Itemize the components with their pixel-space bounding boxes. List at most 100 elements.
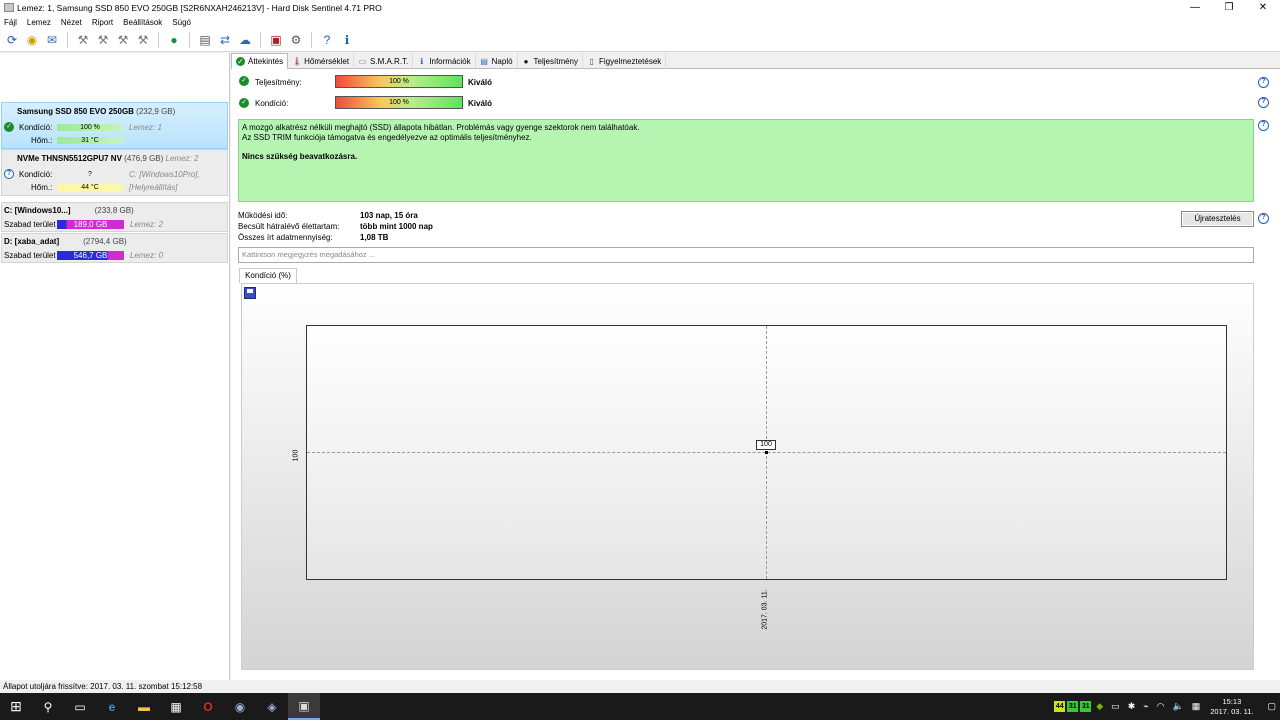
help-icon[interactable]: ? — [1258, 120, 1269, 131]
window-title: Lemez: 1, Samsung SSD 850 EVO 250GB [S2R… — [17, 2, 382, 13]
free-space-bar: 189,0 GB — [57, 220, 124, 229]
disk-lemez: Lemez: 1 — [129, 123, 162, 132]
health-label: Kondíció: — [255, 99, 289, 108]
close-button[interactable]: ✕ — [1246, 0, 1280, 15]
disk-check-icon[interactable]: ⚒ — [95, 32, 112, 49]
tab-overview[interactable]: ✓ Áttekintés — [231, 53, 289, 69]
options-icon[interactable]: ⚙ — [288, 32, 305, 49]
network-icon[interactable]: ▭ — [1111, 701, 1120, 712]
toolbar-separator — [260, 32, 261, 48]
chart-tab-condition[interactable]: Kondíció (%) — [239, 268, 297, 283]
gauge-icon: ● — [523, 56, 529, 66]
tab-temperature[interactable]: 🌡 Hőmérséklet — [288, 53, 355, 69]
notifications-icon[interactable]: ▢ — [1267, 701, 1276, 712]
partition-item-c[interactable]: C: [Windows10...] (233,8 GB) Szabad terül… — [1, 202, 228, 232]
help-icon[interactable]: ? — [319, 32, 336, 49]
help-icon[interactable]: ? — [1258, 77, 1269, 88]
tab-log[interactable]: ▤ Napló — [476, 53, 518, 69]
condition-label: Kondíció: — [19, 123, 53, 132]
tab-alerts[interactable]: ▯ Figyelmeztetések — [583, 53, 667, 69]
clock[interactable]: 15:13 2017. 03. 11. — [1210, 697, 1253, 717]
email-icon[interactable]: ✉ — [44, 32, 61, 49]
alert-icon[interactable]: ▣ — [268, 32, 285, 49]
details-panel: ✓ Áttekintés 🌡 Hőmérséklet ▭ S.M.A.R.T. ℹ In… — [231, 53, 1280, 680]
menu-report[interactable]: Riport — [92, 18, 113, 27]
disk-tool-icon[interactable]: ⚒ — [75, 32, 92, 49]
lifetime-label: Becsült hátralévő élettartam: — [238, 222, 340, 231]
menu-disk[interactable]: Lemez — [27, 18, 51, 27]
health-rating: Kiváló — [468, 99, 493, 108]
data-label: 100 — [756, 440, 776, 450]
condition-label: Kondíció: — [19, 170, 53, 179]
retest-button[interactable]: Újratesztelés — [1181, 211, 1254, 227]
free-space-bar: 546,7 GB — [57, 251, 124, 260]
tab-smart[interactable]: ▭ S.M.A.R.T. — [354, 53, 414, 69]
info-icon[interactable]: ℹ — [339, 32, 356, 49]
menu-help[interactable]: Súgó — [172, 18, 191, 27]
test-icon[interactable]: ◉ — [24, 32, 41, 49]
app-icon-globe[interactable]: ◉ — [224, 693, 256, 720]
keyboard-icon[interactable]: ▦ — [1192, 701, 1201, 712]
performance-bar: 100 % — [335, 75, 463, 88]
disk-item-nvme[interactable]: NVMe THNSN5512GPU7 NV (476,9 GB) Lemez: … — [1, 149, 228, 196]
hdsentinel-taskbar-icon[interactable]: ▣ — [288, 693, 320, 720]
log-icon: ▤ — [480, 56, 488, 66]
tray-temp-badge[interactable]: 31 — [1067, 701, 1079, 712]
partition-size: (2794,4 GB) — [83, 237, 127, 246]
disk-settings-icon[interactable]: ⚒ — [135, 32, 152, 49]
bluetooth-icon[interactable]: ✱ — [1128, 701, 1136, 712]
globe-icon[interactable]: ● — [166, 32, 183, 49]
temp-bar: 44 °C — [57, 184, 123, 191]
search-icon[interactable]: ⚲ — [32, 693, 64, 720]
minimize-button[interactable]: — — [1178, 0, 1212, 15]
data-point — [765, 451, 768, 454]
menu-view[interactable]: Nézet — [61, 18, 82, 27]
free-label: Szabad terület — [4, 251, 56, 260]
app-icon — [4, 3, 14, 12]
partition-name: D: [xaba_adat] — [4, 237, 60, 246]
help-icon[interactable]: ? — [1258, 213, 1269, 224]
start-icon[interactable]: ⊞ — [0, 693, 32, 720]
note-field[interactable]: Kattintson megjegyzés megadásához ... — [238, 247, 1254, 263]
disk-item-samsung[interactable]: Samsung SSD 850 EVO 250GB (232,9 GB) ✓ K… — [1, 102, 228, 149]
partition-item-d[interactable]: D: [xaba_adat] (2794,4 GB) Szabad terület… — [1, 233, 228, 263]
opera-icon[interactable]: O — [192, 693, 224, 720]
sync-icon[interactable]: ⇄ — [217, 32, 234, 49]
disk-icon: ▭ — [358, 56, 367, 66]
clock-time: 15:13 — [1222, 696, 1242, 706]
app-icon-settings[interactable]: ◈ — [256, 693, 288, 720]
toolbar-separator — [189, 32, 190, 48]
task-view-icon[interactable]: ▭ — [64, 693, 96, 720]
menu-file[interactable]: Fájl — [4, 18, 17, 27]
free-label: Szabad terület — [4, 220, 56, 229]
folder-icon[interactable]: ▬ — [128, 693, 160, 720]
tab-label: Hőmérséklet — [304, 56, 350, 66]
volume-icon[interactable]: 🔈 — [1173, 701, 1184, 712]
wifi-icon[interactable]: ◠ — [1157, 701, 1165, 712]
partition-size: (233,8 GB) — [94, 206, 134, 215]
store-icon[interactable]: ▦ — [160, 693, 192, 720]
restore-button[interactable]: ❐ — [1212, 0, 1246, 15]
report-icon[interactable]: ▤ — [197, 32, 214, 49]
x-tick-label: 2017. 03. 11. — [761, 589, 769, 630]
tab-information[interactable]: ℹ Információk — [413, 53, 476, 69]
edge-icon[interactable]: e — [96, 693, 128, 720]
tab-label: Áttekintés — [248, 57, 284, 66]
save-icon[interactable] — [244, 287, 256, 299]
tray-temp-badge[interactable]: 31 — [1080, 701, 1092, 712]
network-icon[interactable]: ☁ — [237, 32, 254, 49]
nvidia-icon[interactable]: ◆ — [1096, 701, 1103, 712]
tab-performance[interactable]: ● Teljesítmény — [518, 53, 584, 69]
refresh-icon[interactable]: ⟳ — [4, 32, 21, 49]
help-icon[interactable]: ? — [1258, 97, 1269, 108]
usb-icon[interactable]: ⌁ — [1143, 701, 1148, 712]
tray-temp-badge[interactable]: 44 — [1054, 701, 1066, 712]
disk-repair-icon[interactable]: ⚒ — [115, 32, 132, 49]
plot-frame: 100 — [306, 325, 1227, 580]
disk-name: Samsung SSD 850 EVO 250GB — [17, 107, 134, 116]
tab-label: Teljesítmény — [533, 56, 579, 66]
toolbar-separator — [158, 32, 159, 48]
system-tray: 44 31 31 ◆ ▭ ✱ ⌁ ◠ 🔈 ▦ 15:13 2017. 03. 1… — [1053, 693, 1280, 720]
menu-settings[interactable]: Beállítások — [123, 18, 162, 27]
condition-bar: 100 % — [57, 124, 123, 131]
